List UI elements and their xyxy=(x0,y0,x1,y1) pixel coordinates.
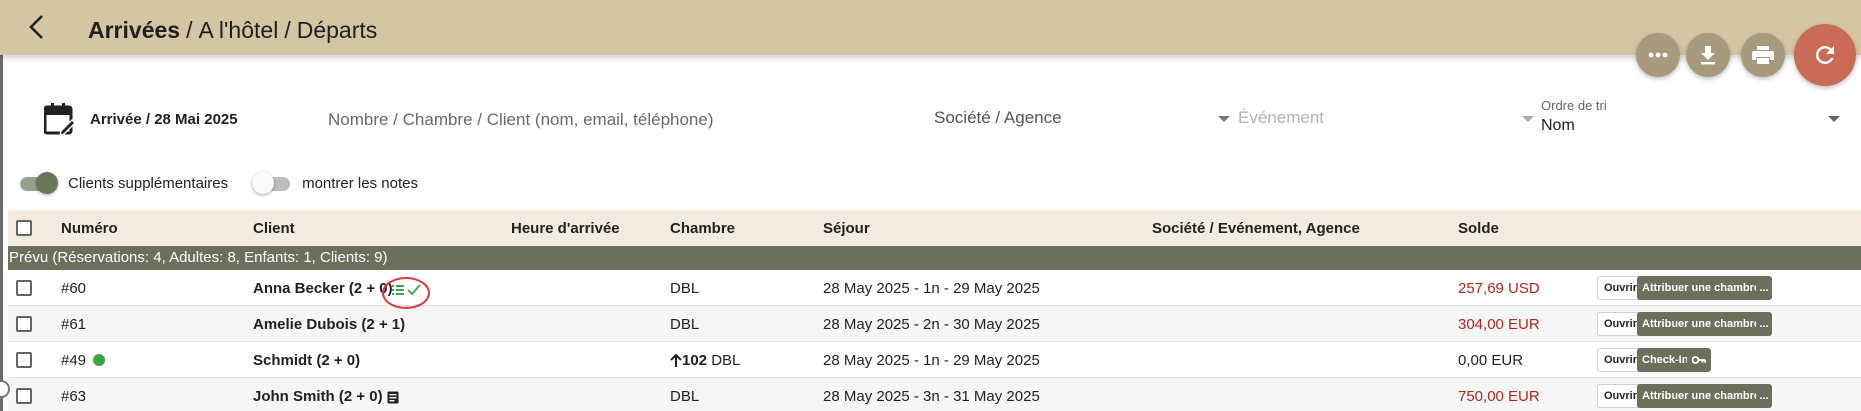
row-more-button[interactable]: ... xyxy=(1756,276,1772,300)
extra-clients-label: Clients supplémentaires xyxy=(68,175,229,192)
print-button[interactable] xyxy=(1741,33,1785,77)
col-client[interactable]: Client xyxy=(253,220,295,237)
calendar-edit-icon[interactable] xyxy=(44,102,76,136)
booking-number-cell[interactable]: #49 xyxy=(61,352,106,369)
col-company-event[interactable]: Société / Evénement, Agence xyxy=(1152,220,1360,237)
crumb-at-hotel[interactable]: A l'hôtel xyxy=(198,17,278,43)
row-more-button[interactable]: ... xyxy=(1756,312,1772,336)
extra-clients-toggle[interactable] xyxy=(20,171,58,194)
table-row[interactable]: #60 Anna Becker (2 + 0) DBL 28 May 2025 … xyxy=(8,270,1861,306)
client-name[interactable]: Schmidt (2 + 0) xyxy=(253,352,360,369)
row-checkbox[interactable] xyxy=(16,352,32,368)
select-all-checkbox[interactable] xyxy=(16,220,32,236)
booking-number[interactable]: #63 xyxy=(61,388,86,405)
crumb-departures[interactable]: Départs xyxy=(297,17,378,43)
company-agency-select[interactable]: Société / Agence xyxy=(934,108,1230,128)
client-cell[interactable]: John Smith (2 + 0) xyxy=(253,388,399,405)
stay-dates: 28 May 2025 - 1n - 29 May 2025 xyxy=(823,280,1040,297)
back-button[interactable] xyxy=(24,12,50,42)
balance-amount: 750,00 EUR xyxy=(1458,388,1540,405)
row-more-button[interactable]: ... xyxy=(1756,384,1772,408)
table-header: Numéro Client Heure d'arrivée Chambre Sé… xyxy=(8,210,1861,246)
download-button[interactable] xyxy=(1686,33,1730,77)
client-name[interactable]: Amelie Dubois (2 + 1) xyxy=(253,316,405,333)
row-checkbox[interactable] xyxy=(16,280,32,296)
col-arrival-time[interactable]: Heure d'arrivée xyxy=(511,220,620,237)
show-notes-toggle[interactable] xyxy=(252,171,291,194)
sort-order-value: Nom xyxy=(1541,117,1575,134)
room-number: 102 xyxy=(682,352,708,369)
col-number[interactable]: Numéro xyxy=(61,220,118,237)
download-icon xyxy=(1701,46,1715,65)
stay-dates: 28 May 2025 - 3n - 31 May 2025 xyxy=(823,388,1040,405)
key-icon xyxy=(1692,356,1706,364)
caret-down-icon xyxy=(1218,116,1230,122)
status-dot-icon xyxy=(93,354,106,366)
refresh-icon xyxy=(1816,46,1834,64)
group-summary-row: Prévu (Réservations: 4, Adultes: 8, Enfa… xyxy=(8,246,1861,270)
checklist-done-indicator[interactable] xyxy=(391,281,421,298)
col-stay[interactable]: Séjour xyxy=(823,220,870,237)
caret-down-icon xyxy=(1522,116,1534,122)
crumb-arrivals[interactable]: Arrivées xyxy=(88,17,180,43)
company-agency-placeholder: Société / Agence xyxy=(934,108,1062,127)
show-notes-label: montrer les notes xyxy=(302,175,418,192)
arrival-date-label[interactable]: Arrivée / 28 Mai 2025 xyxy=(90,111,238,128)
row-checkbox[interactable] xyxy=(16,388,32,404)
room-type: DBL xyxy=(711,352,741,369)
client-name[interactable]: Anna Becker (2 + 0) xyxy=(253,280,393,297)
chevron-left-icon xyxy=(29,15,43,39)
event-select[interactable]: Événement xyxy=(1238,108,1538,128)
row-checkbox[interactable] xyxy=(16,316,32,332)
room-type: DBL xyxy=(670,280,700,297)
table-row[interactable]: #61 Amelie Dubois (2 + 1) DBL 28 May 202… xyxy=(8,306,1861,342)
sort-order-label: Ordre de tri xyxy=(1541,98,1607,113)
note-icon xyxy=(387,391,399,404)
print-icon xyxy=(1752,46,1774,64)
assign-room-button[interactable]: Attribuer une chambre xyxy=(1637,312,1765,336)
room-type: DBL xyxy=(670,388,700,405)
table-row[interactable]: #63 John Smith (2 + 0) DBL 28 May 2025 -… xyxy=(8,378,1861,411)
search-input[interactable] xyxy=(328,106,888,134)
booking-number[interactable]: #60 xyxy=(61,280,86,297)
more-actions-button[interactable] xyxy=(1636,33,1680,77)
room-key-button[interactable] xyxy=(1687,348,1711,372)
breadcrumb: Arrivées / A l'hôtel / Départs xyxy=(88,17,378,43)
client-name: John Smith (2 + 0) xyxy=(253,388,383,405)
balance-amount: 257,69 USD xyxy=(1458,280,1540,297)
sort-order-select[interactable]: Ordre de tri Nom xyxy=(1541,98,1841,135)
top-header: Arrivées / A l'hôtel / Départs xyxy=(0,0,1861,55)
check-in-button[interactable]: Check-In xyxy=(1637,348,1694,372)
table-row[interactable]: #49 Schmidt (2 + 0) 102 DBL 28 May 2025 … xyxy=(8,342,1861,378)
booking-number: #49 xyxy=(61,352,87,369)
balance-amount: 304,00 EUR xyxy=(1458,316,1540,333)
arrow-up-icon xyxy=(670,354,682,368)
left-edge-bar xyxy=(0,0,3,411)
col-balance[interactable]: Solde xyxy=(1458,220,1499,237)
refresh-button[interactable] xyxy=(1794,24,1856,86)
assign-room-button[interactable]: Attribuer une chambre xyxy=(1637,276,1765,300)
assign-room-button[interactable]: Attribuer une chambre xyxy=(1637,384,1765,408)
caret-down-icon xyxy=(1828,116,1840,122)
more-icon xyxy=(1648,52,1668,58)
stay-dates: 28 May 2025 - 1n - 29 May 2025 xyxy=(823,352,1040,369)
checklist-check-icon xyxy=(392,284,421,296)
stay-dates: 28 May 2025 - 2n - 30 May 2025 xyxy=(823,316,1040,333)
toggle-row: Clients supplémentaires montrer les note… xyxy=(20,171,418,194)
col-room[interactable]: Chambre xyxy=(670,220,735,237)
room-type: DBL xyxy=(670,316,700,333)
balance-amount: 0,00 EUR xyxy=(1458,352,1524,369)
event-placeholder: Événement xyxy=(1238,108,1324,127)
booking-number[interactable]: #61 xyxy=(61,316,86,333)
room-cell: 102 DBL xyxy=(670,352,740,369)
